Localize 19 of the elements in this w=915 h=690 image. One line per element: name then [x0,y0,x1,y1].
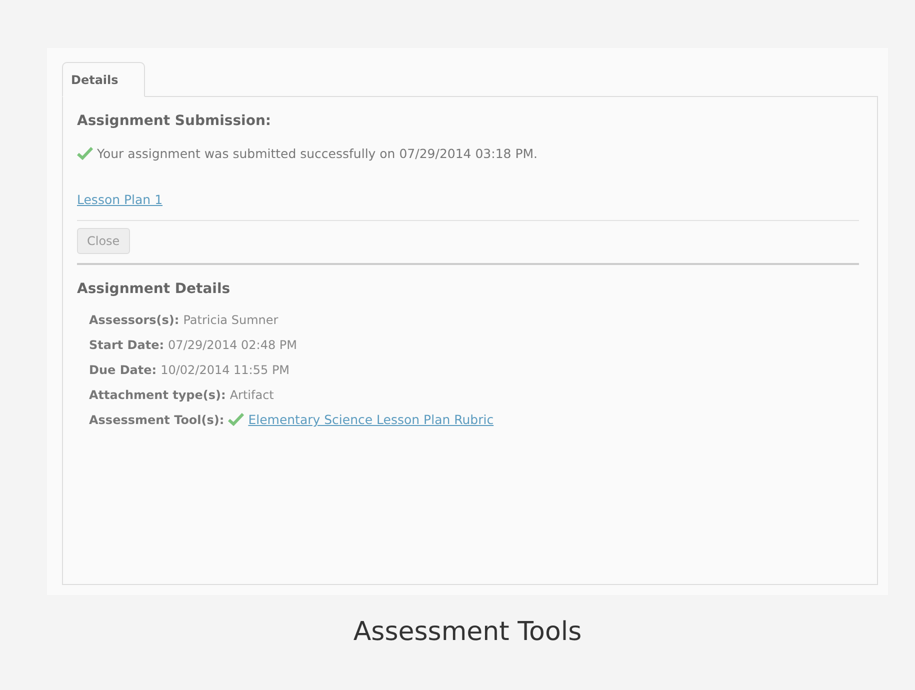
field-label: Assessors(s): [89,312,180,326]
field-label: Due Date: [89,362,157,376]
rubric-link[interactable]: Elementary Science Lesson Plan Rubric [248,412,494,427]
field-label: Start Date: [89,338,164,352]
field-value: 07/29/2014 02:48 PM [168,338,298,352]
tab[interactable]: Details [62,62,145,97]
field-label: Assessment Tool(s): [89,412,224,426]
caption: Assessment Tools [352,617,583,647]
section-heading: Assignment Details [77,281,232,297]
field-label: Attachment type(s): [89,388,226,402]
checkmark-icon [228,413,244,426]
section-heading: Assignment Submission: [77,113,272,129]
field-value: Patricia Sumner [183,312,278,326]
close-button[interactable]: Close [77,228,130,254]
lesson-link[interactable]: Lesson Plan 1 [77,192,163,207]
checkmark-icon [77,147,93,160]
field-value: 10/02/2014 11:55 PM [160,362,290,376]
success-message: Your assignment was submitted successfully on 07/29/2014 03:18 PM. [97,146,538,161]
field-value: Artifact [230,388,274,402]
